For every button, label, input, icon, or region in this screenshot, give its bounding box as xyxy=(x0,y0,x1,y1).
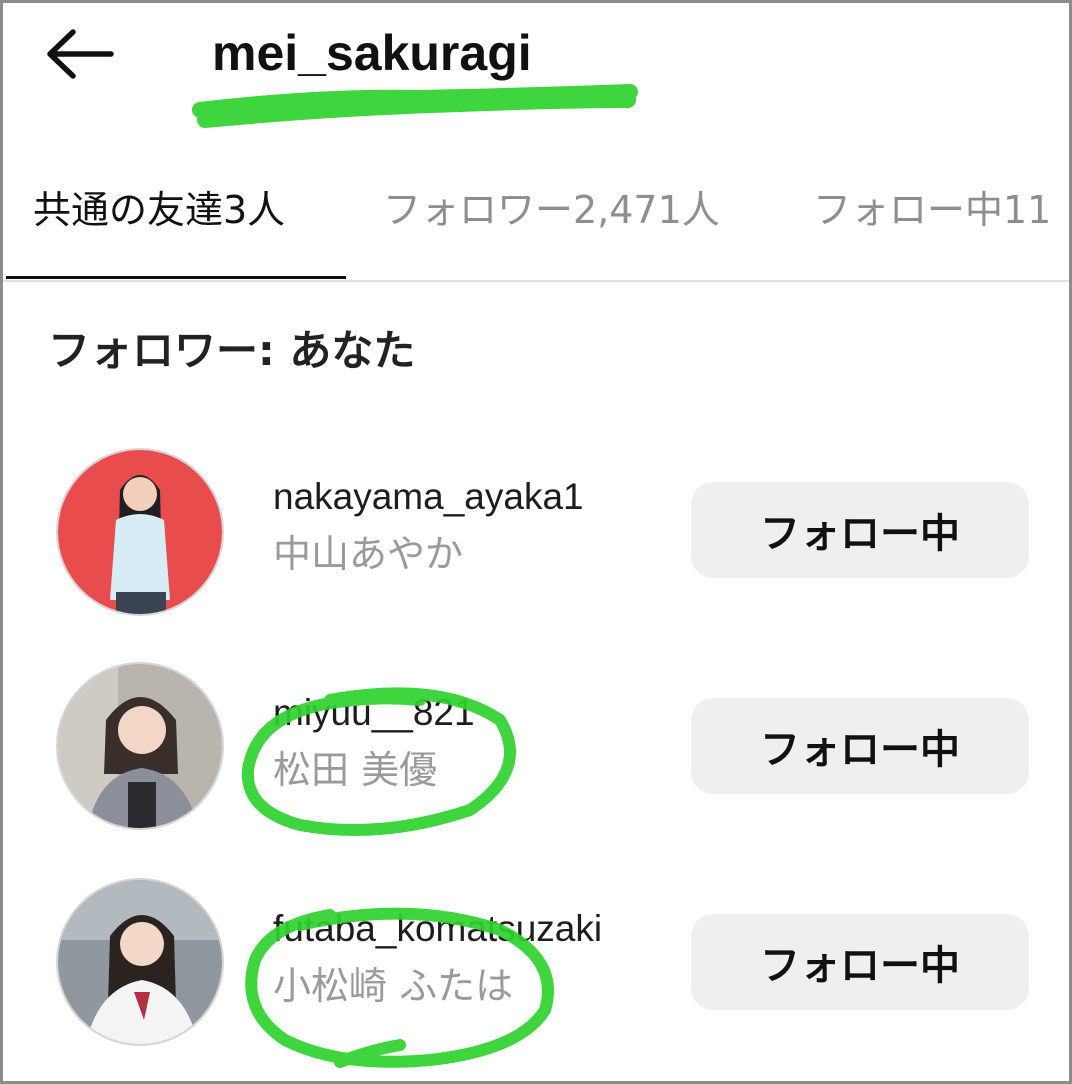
avatar[interactable] xyxy=(56,448,224,616)
following-button[interactable]: フォロー中 xyxy=(691,482,1029,578)
active-tab-indicator xyxy=(6,276,346,279)
user-username[interactable]: futaba_komatsuzaki xyxy=(273,906,602,952)
avatar-photo xyxy=(58,664,222,828)
user-row[interactable]: nakayama_ayaka1 中山あやか フォロー中 xyxy=(3,446,1069,616)
user-username[interactable]: miyuu__821 xyxy=(273,690,475,736)
user-fullname: 中山あやか xyxy=(273,532,464,576)
user-fullname: 松田 美優 xyxy=(273,748,438,792)
arrow-left-icon xyxy=(47,29,114,79)
user-row[interactable]: futaba_komatsuzaki 小松崎 ふたは フォロー中 xyxy=(3,878,1069,1048)
tab-following[interactable]: フォロー中11 xyxy=(813,180,1051,240)
avatar-photo xyxy=(58,880,222,1044)
tab-mutual-friends[interactable]: 共通の友達3人 xyxy=(33,180,285,240)
tab-followers[interactable]: フォロワー2,471人 xyxy=(383,180,720,240)
avatar[interactable] xyxy=(56,878,224,1046)
following-button[interactable]: フォロー中 xyxy=(691,698,1029,794)
back-button[interactable] xyxy=(42,22,118,86)
tab-bar: 共通の友達3人 フォロワー2,471人 フォロー中11 xyxy=(3,150,1069,282)
user-fullname: 小松崎 ふたは xyxy=(273,964,514,1008)
user-row[interactable]: miyuu__821 松田 美優 フォロー中 xyxy=(3,662,1069,832)
following-button[interactable]: フォロー中 xyxy=(691,914,1029,1010)
user-username[interactable]: nakayama_ayaka1 xyxy=(273,474,584,520)
section-title: フォロワー: あなた xyxy=(48,326,416,375)
profile-username-title: mei_sakuragi xyxy=(212,25,532,81)
avatar-photo xyxy=(58,450,222,614)
avatar[interactable] xyxy=(56,662,224,830)
